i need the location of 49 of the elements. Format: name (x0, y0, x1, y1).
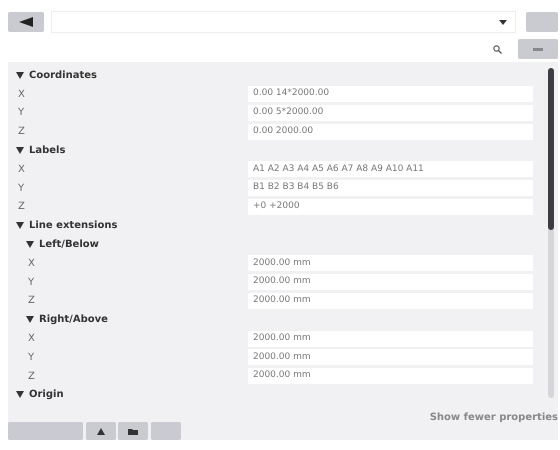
value-field[interactable]: A1 A2 A3 A4 A5 A6 A7 A8 A9 A10 A11 (248, 161, 533, 178)
property-label: Y (28, 276, 34, 288)
property-label: Z (28, 370, 35, 382)
caret-icon (498, 20, 506, 24)
value-field[interactable]: B1 B2 B3 B4 B5 B6 (248, 180, 533, 196)
value-field[interactable]: 0.00 14*2000.00 (248, 86, 533, 102)
value-field[interactable]: 2000.00 mm (248, 292, 533, 309)
folder-button[interactable] (118, 422, 148, 440)
value-field[interactable]: 2000.00 mm (248, 349, 533, 366)
property-label: Z (18, 126, 25, 138)
property-label: X (18, 88, 25, 100)
dropdown-field[interactable] (50, 11, 516, 33)
group-header[interactable]: Left/Below (26, 237, 99, 252)
up-button[interactable] (86, 422, 116, 440)
up-icon (96, 428, 104, 435)
back-icon (19, 17, 33, 27)
menu-button[interactable] (518, 39, 558, 59)
collapse-icon (26, 316, 34, 324)
back-button[interactable] (8, 12, 44, 32)
property-label: Y (18, 182, 24, 194)
menu-icon (533, 48, 543, 50)
value-field[interactable]: 2000.00 mm (248, 274, 533, 290)
collapse-icon (26, 240, 34, 248)
value-field[interactable]: +0 +2000 (248, 198, 533, 215)
group-header[interactable]: Origin (16, 387, 64, 402)
property-label: X (18, 164, 25, 175)
property-label: X (28, 258, 35, 269)
property-label: Z (18, 201, 25, 212)
collapse-icon (16, 391, 24, 398)
search-icon (493, 44, 502, 54)
collapse-icon (16, 222, 24, 230)
group-header[interactable]: Coordinates (16, 68, 97, 83)
property-label: X (28, 333, 35, 344)
show-fewer-link[interactable]: Show fewer properties (430, 408, 558, 426)
value-field[interactable]: 0.00 5*2000.00 (248, 104, 533, 121)
value-field[interactable]: 2000.00 mm (248, 330, 533, 347)
value-field[interactable]: 0.00 2000.00 (248, 124, 533, 140)
collapse-icon (16, 146, 24, 154)
property-label: Z (28, 295, 35, 306)
property-label: Y (28, 352, 34, 363)
value-field[interactable]: 2000.00 mm (248, 255, 533, 272)
property-label: Y (18, 107, 24, 118)
scrollbar[interactable] (548, 68, 554, 398)
group-header[interactable]: Line extensions (16, 218, 118, 234)
group-header[interactable]: Labels (16, 143, 66, 158)
folder-icon (128, 428, 138, 435)
value-field[interactable]: 2000.00 mm (248, 368, 533, 384)
collapse-icon (16, 72, 24, 79)
group-header[interactable]: Right/Above (26, 312, 108, 328)
